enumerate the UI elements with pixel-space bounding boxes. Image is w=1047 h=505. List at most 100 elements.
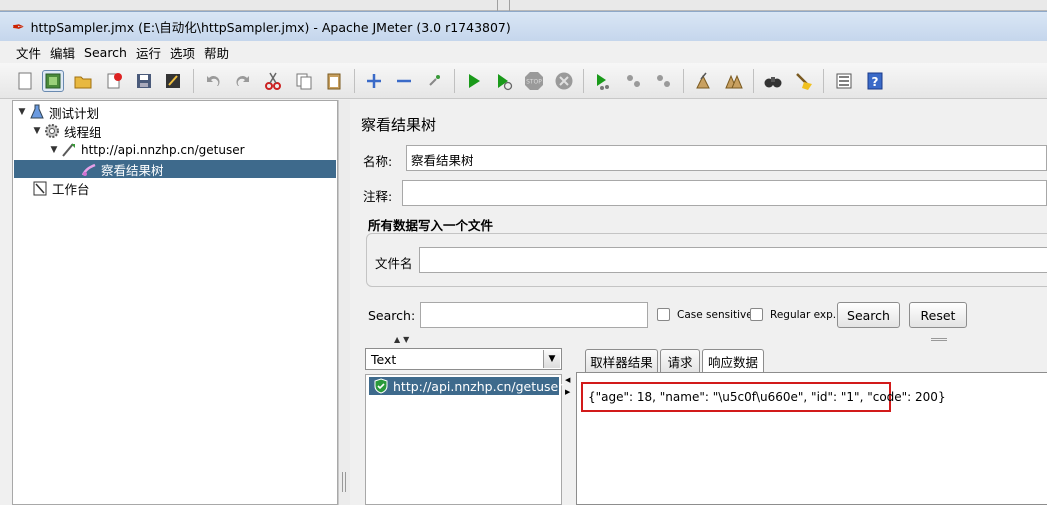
filename-field[interactable] xyxy=(419,247,1047,273)
undo-icon[interactable] xyxy=(202,70,224,92)
listener-icon xyxy=(80,161,98,177)
name-field[interactable]: 察看结果树 xyxy=(406,145,1047,171)
vertical-splitter[interactable] xyxy=(338,100,350,505)
collapse-toggle-icon[interactable]: ▼ xyxy=(16,107,28,117)
renderer-select-value: Text xyxy=(371,352,397,367)
tree-item-label: 测试计划 xyxy=(49,105,100,121)
help-icon[interactable]: ? xyxy=(864,70,886,92)
reset-button[interactable]: Reset xyxy=(909,302,967,328)
filename-label: 文件名 xyxy=(375,256,413,271)
jmeter-feather-icon: ✒ xyxy=(12,17,25,36)
toolbar-separator xyxy=(193,69,194,93)
collapse-left-icon[interactable]: ◀ xyxy=(565,376,570,384)
tab-request[interactable]: 请求 xyxy=(660,349,700,372)
save-screenshot-icon[interactable] xyxy=(162,70,184,92)
search-input[interactable] xyxy=(420,302,648,328)
tab-response-data[interactable]: 响应数据 xyxy=(702,349,764,373)
write-results-to-file-group: 所有数据写入一个文件 文件名 xyxy=(362,213,1047,295)
templates-icon[interactable] xyxy=(42,70,64,92)
menu-edit[interactable]: 编辑 xyxy=(48,43,77,62)
new-icon[interactable] xyxy=(14,70,36,92)
redo-icon[interactable] xyxy=(232,70,254,92)
success-shield-icon xyxy=(373,378,389,394)
name-label: 名称: xyxy=(363,154,393,169)
background-window-strip xyxy=(0,0,1047,11)
svg-text:STOP: STOP xyxy=(526,79,542,86)
tree-item-thread-group[interactable]: ▼ 线程组 xyxy=(31,122,102,140)
tree-item-label: 线程组 xyxy=(64,124,102,140)
copy-icon[interactable] xyxy=(293,70,315,92)
divider xyxy=(509,0,510,11)
http-sampler-icon xyxy=(60,142,78,158)
function-helper-icon[interactable] xyxy=(833,70,855,92)
tree-item-view-results-tree[interactable]: 察看结果树 xyxy=(14,160,336,178)
clear-icon[interactable] xyxy=(692,70,714,92)
divider xyxy=(497,0,498,11)
menu-search[interactable]: Search xyxy=(82,45,129,60)
open-icon[interactable] xyxy=(72,70,94,92)
comment-label: 注释: xyxy=(363,189,393,204)
toolbar-separator xyxy=(583,69,584,93)
comment-field[interactable] xyxy=(402,180,1047,206)
menu-run[interactable]: 运行 xyxy=(134,43,163,62)
remote-start-icon[interactable] xyxy=(592,70,614,92)
expand-icon[interactable] xyxy=(363,70,385,92)
regex-checkbox[interactable] xyxy=(750,308,763,321)
collapse-icon[interactable] xyxy=(393,70,415,92)
group-title: 所有数据写入一个文件 xyxy=(368,218,494,233)
tab-sampler-result[interactable]: 取样器结果 xyxy=(585,349,658,372)
case-sensitive-checkbox[interactable] xyxy=(657,308,670,321)
close-icon[interactable] xyxy=(103,70,125,92)
test-plan-tree: ▼ 测试计划 ▼ 线程组 ▼ http://api.nnzhp.cn/getus… xyxy=(12,100,338,505)
save-icon[interactable] xyxy=(133,70,155,92)
cut-icon[interactable] xyxy=(262,70,284,92)
collapse-toggle-icon[interactable]: ▼ xyxy=(48,145,60,155)
renderer-select[interactable]: Text ▼ xyxy=(365,348,562,370)
result-item[interactable]: http://api.nnzhp.cn/getuser xyxy=(369,377,563,395)
menu-file[interactable]: 文件 xyxy=(14,43,43,62)
stop-icon[interactable]: STOP xyxy=(523,70,545,92)
response-body[interactable]: {"age": 18, "name": "\u5c0f\u660e", "id"… xyxy=(588,390,946,404)
toggle-icon[interactable] xyxy=(424,70,446,92)
menu-bar: 文件 编辑 Search 运行 选项 帮助 xyxy=(0,41,1047,63)
tree-item-workbench[interactable]: 工作台 xyxy=(31,179,90,197)
case-sensitive-label: Case sensitive xyxy=(677,309,753,321)
splitter-grip[interactable] xyxy=(931,338,947,341)
thread-group-icon xyxy=(43,123,61,139)
collapse-toggle-icon[interactable]: ▼ xyxy=(31,126,43,136)
window-title: httpSampler.jmx (E:\自动化\httpSampler.jmx)… xyxy=(30,20,511,35)
search-button[interactable]: Search xyxy=(837,302,900,328)
toolbar-separator xyxy=(753,69,754,93)
test-plan-icon xyxy=(28,104,46,120)
start-icon[interactable] xyxy=(463,70,485,92)
remote-stop-icon[interactable] xyxy=(623,70,645,92)
paste-icon[interactable] xyxy=(323,70,345,92)
shutdown-icon[interactable] xyxy=(553,70,575,92)
highlight-box: {"age": 18, "name": "\u5c0f\u660e", "id"… xyxy=(581,382,946,412)
horizontal-splitter[interactable]: ▲▼ xyxy=(351,335,1047,344)
response-data-panel: {"age": 18, "name": "\u5c0f\u660e", "id"… xyxy=(576,372,1047,505)
clear-all-icon[interactable] xyxy=(723,70,745,92)
toolbar-separator xyxy=(683,69,684,93)
tree-item-test-plan[interactable]: ▼ 测试计划 xyxy=(16,103,99,121)
remote-shutdown-icon[interactable] xyxy=(653,70,675,92)
tree-item-label: http://api.nnzhp.cn/getuser xyxy=(81,143,245,157)
workbench-icon xyxy=(31,180,49,196)
reset-search-icon[interactable] xyxy=(793,70,815,92)
results-splitter[interactable]: ◀ ▶ xyxy=(564,374,572,505)
tree-item-label: 工作台 xyxy=(52,181,90,197)
collapse-right-icon[interactable]: ▶ xyxy=(565,388,570,396)
menu-options[interactable]: 选项 xyxy=(168,43,197,62)
view-results-tree-panel: 察看结果树 名称: 察看结果树 注释: 所有数据写入一个文件 文件名 Searc… xyxy=(351,100,1047,505)
toolbar: STOP ? xyxy=(0,63,1047,99)
toolbar-separator xyxy=(823,69,824,93)
menu-help[interactable]: 帮助 xyxy=(202,43,231,62)
splitter-grip[interactable] xyxy=(342,472,346,492)
search-icon[interactable] xyxy=(762,70,784,92)
start-no-pause-icon[interactable] xyxy=(493,70,515,92)
toolbar-separator xyxy=(354,69,355,93)
splitter-arrows-icon[interactable]: ▲▼ xyxy=(394,335,412,344)
jmeter-window: ✒ httpSampler.jmx (E:\自动化\httpSampler.jm… xyxy=(0,0,1047,505)
chevron-down-icon[interactable]: ▼ xyxy=(543,350,560,368)
tree-item-http-sampler[interactable]: ▼ http://api.nnzhp.cn/getuser xyxy=(48,141,245,159)
